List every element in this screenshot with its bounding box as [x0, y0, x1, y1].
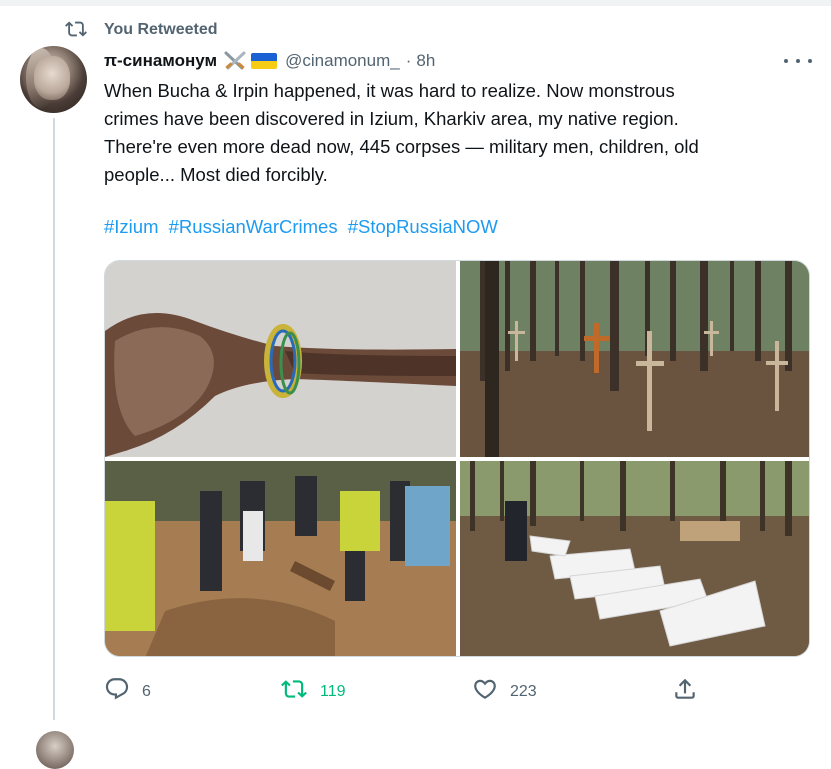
more-options-button[interactable]: [784, 54, 812, 68]
hashtag-stoprussianow[interactable]: #StopRussiaNOW: [348, 216, 498, 237]
author-handle[interactable]: @cinamonum_: [285, 51, 400, 71]
photo-body-bags-forest[interactable]: [460, 461, 809, 656]
retweet-count: 119: [320, 682, 346, 700]
hashtag-russianwarcrimes[interactable]: #RussianWarCrimes: [169, 216, 338, 237]
next-tweet-avatar[interactable]: [36, 731, 74, 769]
separator-dot: ·: [405, 51, 412, 70]
retweet-button[interactable]: 119: [280, 676, 346, 707]
tweet-text: When Bucha & Irpin happened, it was hard…: [104, 77, 794, 189]
like-count: 223: [510, 682, 537, 700]
reply-icon: [104, 676, 130, 707]
tweet-text-line: people... Most died forcibly.: [104, 164, 328, 185]
hashtag-list: #Izium #RussianWarCrimes #StopRussiaNOW: [104, 216, 503, 238]
photo-forest-graves-crosses[interactable]: [460, 261, 809, 457]
media-grid: [104, 260, 810, 657]
retweet-label: You Retweeted: [104, 21, 218, 38]
hashtag-izium[interactable]: #Izium: [104, 216, 159, 237]
retweet-icon: [280, 676, 308, 707]
more-icon: [784, 59, 788, 63]
reply-count: 6: [142, 682, 151, 700]
tweet-text-line: crimes have been discovered in Izium, Kh…: [104, 108, 679, 129]
reply-button[interactable]: 6: [104, 676, 151, 707]
photo-investigators-exhumation[interactable]: [105, 461, 456, 656]
tweet-header: π-синамонум @cinamonum_ · 8h: [104, 50, 435, 72]
crossed-swords-emoji: [223, 50, 249, 72]
photo-remains-with-bracelet[interactable]: [105, 261, 456, 457]
like-button[interactable]: 223: [472, 676, 537, 707]
thread-line: [53, 118, 55, 720]
share-icon: [672, 676, 698, 707]
author-avatar[interactable]: [20, 46, 87, 113]
retweet-icon: [64, 18, 88, 45]
author-display-name[interactable]: π-синамонум: [104, 51, 217, 71]
ukraine-flag-emoji: [251, 53, 278, 69]
tweet-timestamp[interactable]: 8h: [416, 51, 435, 71]
tweet-text-line: There're even more dead now, 445 corpses…: [104, 136, 699, 157]
heart-icon: [472, 676, 498, 707]
share-button[interactable]: [672, 676, 698, 707]
top-divider: [0, 0, 831, 6]
tweet-actions: 6 119 223: [104, 676, 810, 704]
tweet-text-line: When Bucha & Irpin happened, it was hard…: [104, 80, 675, 101]
